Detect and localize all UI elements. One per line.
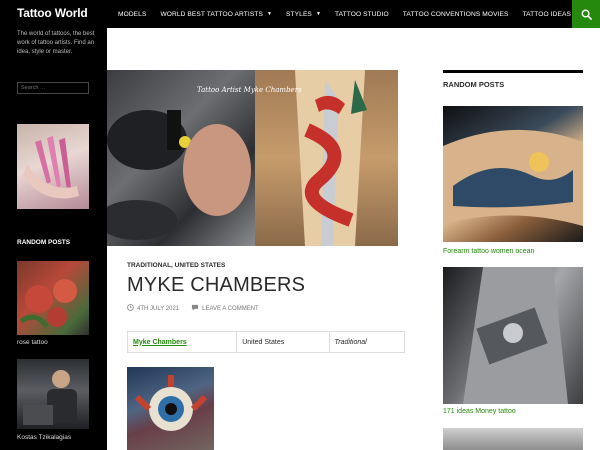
tattooing-photo: [107, 70, 255, 246]
featured-image[interactable]: Tattoo Artist Myke Chambers: [107, 70, 398, 246]
artist-link[interactable]: Myke Chambers: [133, 339, 187, 346]
nav-item-label: TATTOO CONVENTIONS MOVIES: [402, 10, 509, 18]
random-post-link[interactable]: Forearm tattoo women ocean: [443, 248, 534, 255]
nav-item-label: STYLES: [286, 10, 312, 18]
featured-nail-image[interactable]: [17, 124, 89, 209]
clock-icon: [127, 304, 134, 313]
post-categories[interactable]: TRADITIONAL, UNITED STATES: [127, 262, 225, 269]
random-posts-heading: RANDOM POSTS: [443, 80, 505, 89]
site-tagline: The world of tattoos, the best work of t…: [17, 31, 95, 55]
post-date[interactable]: 4TH JULY 2021: [137, 306, 179, 312]
site-title[interactable]: Tattoo World: [17, 6, 88, 20]
nav-item-world-best-tattoo-artists[interactable]: WORLD BEST TATTOO ARTISTS ▼: [160, 11, 272, 18]
rose-tattoo-thumbnail[interactable]: [17, 261, 89, 335]
eye-tattoo-image[interactable]: [127, 367, 214, 450]
post-title: MYKE CHAMBERS: [127, 274, 306, 296]
search-toggle-button[interactable]: [572, 0, 600, 28]
random-post-link[interactable]: Kostas Tzikalagias: [17, 434, 71, 441]
right-sidebar: RANDOM POSTS Forearm tattoo women ocean …: [430, 28, 600, 450]
nav-item-label: TATTOO STUDIO: [335, 10, 389, 18]
primary-navigation: MODELS WORLD BEST TATTOO ARTISTS ▼ STYLE…: [118, 0, 594, 28]
search-icon: [581, 9, 592, 20]
nav-item-styles[interactable]: STYLES ▼: [286, 11, 321, 18]
caret-down-icon: ▼: [315, 11, 321, 17]
nav-item-models[interactable]: MODELS: [118, 11, 146, 18]
random-post-link[interactable]: rose tattoo: [17, 339, 48, 346]
widget-divider: [443, 70, 583, 73]
caret-down-icon: ▼: [266, 11, 273, 17]
table-cell-style: Traditional: [334, 338, 367, 346]
main-content: Tattoo Artist Myke Chambers TRADITIONAL,…: [107, 28, 430, 450]
leave-comment-link[interactable]: LEAVE A COMMENT: [202, 306, 259, 312]
nav-item-label: TATTOO IDEAS: [522, 10, 571, 18]
search-input[interactable]: [17, 82, 89, 94]
nav-item-tattoo-conventions-movies[interactable]: TATTOO CONVENTIONS MOVIES: [403, 11, 509, 18]
nav-item-label: MODELS: [118, 10, 147, 18]
site-header: Tattoo World MODELS WORLD BEST TATTOO AR…: [0, 0, 600, 28]
random-post-thumbnail[interactable]: [443, 428, 583, 450]
nav-item-tattoo-studio[interactable]: TATTOO STUDIO: [335, 11, 389, 18]
forearm-ocean-tattoo-thumbnail[interactable]: [443, 106, 583, 242]
dagger-tattoo-photo: [255, 70, 398, 246]
left-sidebar: The world of tattoos, the best work of t…: [0, 28, 107, 450]
money-tattoo-thumbnail[interactable]: [443, 267, 583, 404]
comment-icon: [191, 304, 199, 313]
post-meta: 4TH JULY 2021 LEAVE A COMMENT: [127, 304, 262, 313]
artist-info-table: Myke Chambers United States Traditional: [127, 331, 405, 353]
kostas-tzikalagias-thumbnail[interactable]: [17, 359, 89, 429]
random-posts-heading: RANDOM POSTS: [17, 239, 71, 246]
table-cell-country: United States: [237, 332, 330, 352]
nav-item-label: WORLD BEST TATTOO ARTISTS: [160, 10, 263, 18]
featured-image-caption: Tattoo Artist Myke Chambers: [197, 86, 302, 94]
random-post-link[interactable]: 171 ideas Money tattoo: [443, 408, 516, 415]
table-cell-artist: Myke Chambers: [128, 332, 238, 352]
